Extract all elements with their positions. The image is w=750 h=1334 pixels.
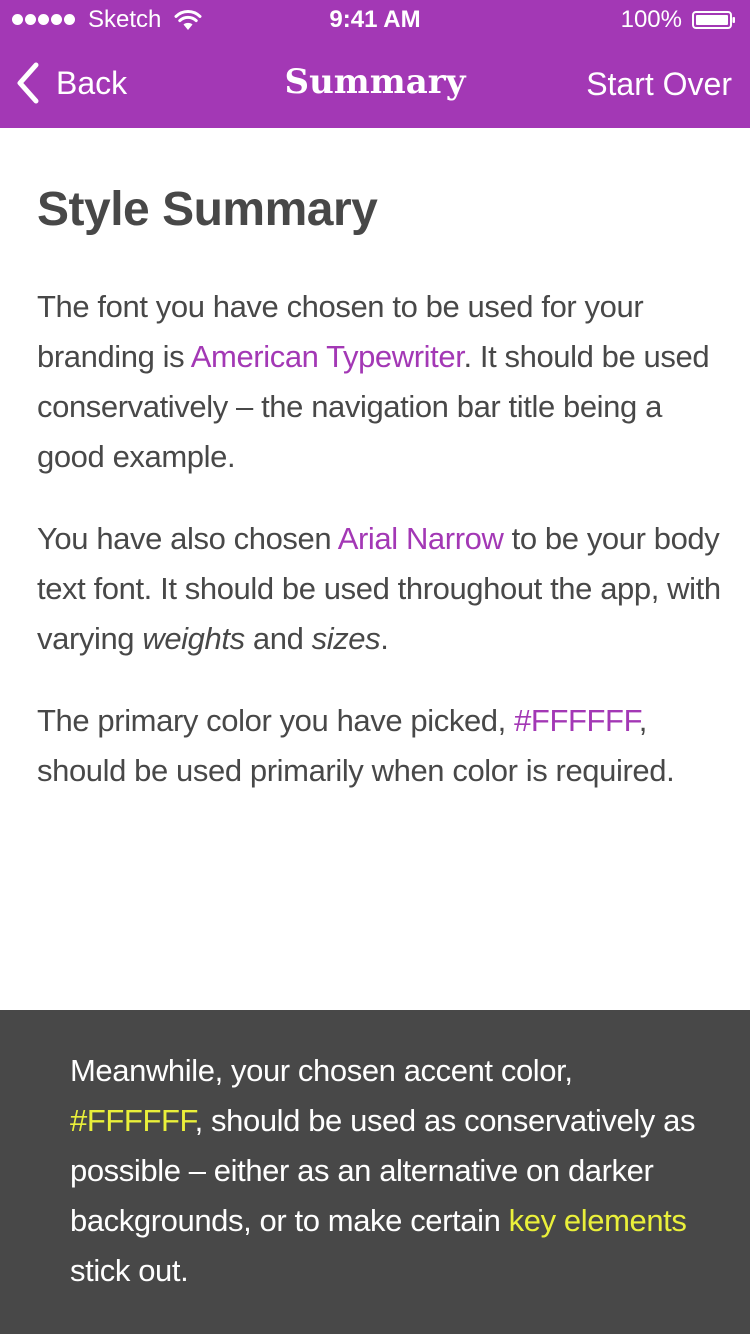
start-over-button[interactable]: Start Over (586, 62, 732, 106)
page-title: Summary (284, 62, 466, 102)
status-bar: Sketch 9:41 AM 100% (0, 0, 750, 40)
p2-text-end: . (380, 621, 389, 656)
accent-color-paragraph: Meanwhile, your chosen accent color, #FF… (70, 1046, 710, 1296)
back-label: Back (56, 64, 128, 101)
primary-color-paragraph: The primary color you have picked, #FFFF… (37, 696, 727, 796)
battery-percentage: 100% (620, 6, 682, 33)
footer-text-start: Meanwhile, your chosen accent color, (70, 1053, 573, 1088)
style-summary-content: Style Summary The font you have chosen t… (37, 178, 727, 828)
summary-heading: Style Summary (37, 183, 378, 236)
footer-text-end: stick out. (70, 1253, 189, 1288)
body-font-name: Arial Narrow (337, 521, 504, 556)
body-font-paragraph: You have also chosen Arial Narrow to be … (37, 514, 727, 664)
chevron-left-icon (17, 62, 39, 104)
accent-color-value: #FFFFFF (70, 1103, 195, 1138)
accent-color-footer: Meanwhile, your chosen accent color, #FF… (0, 1010, 750, 1334)
navigation-bar: Back Summary Start Over (0, 40, 750, 128)
back-button[interactable]: Back (14, 58, 127, 108)
sizes-emphasis: sizes (311, 621, 381, 656)
branding-font-paragraph: The font you have chosen to be used for … (37, 282, 727, 482)
key-elements-highlight: key elements (508, 1203, 687, 1238)
p3-text-start: The primary color you have picked, (37, 703, 515, 738)
p2-text-and: and (244, 621, 312, 656)
branding-font-name: American Typewriter (190, 339, 464, 374)
battery-icon (692, 11, 735, 29)
primary-color-value: #FFFFFF (514, 703, 639, 738)
p2-text-start: You have also chosen (37, 521, 338, 556)
weights-emphasis: weights (142, 621, 245, 656)
